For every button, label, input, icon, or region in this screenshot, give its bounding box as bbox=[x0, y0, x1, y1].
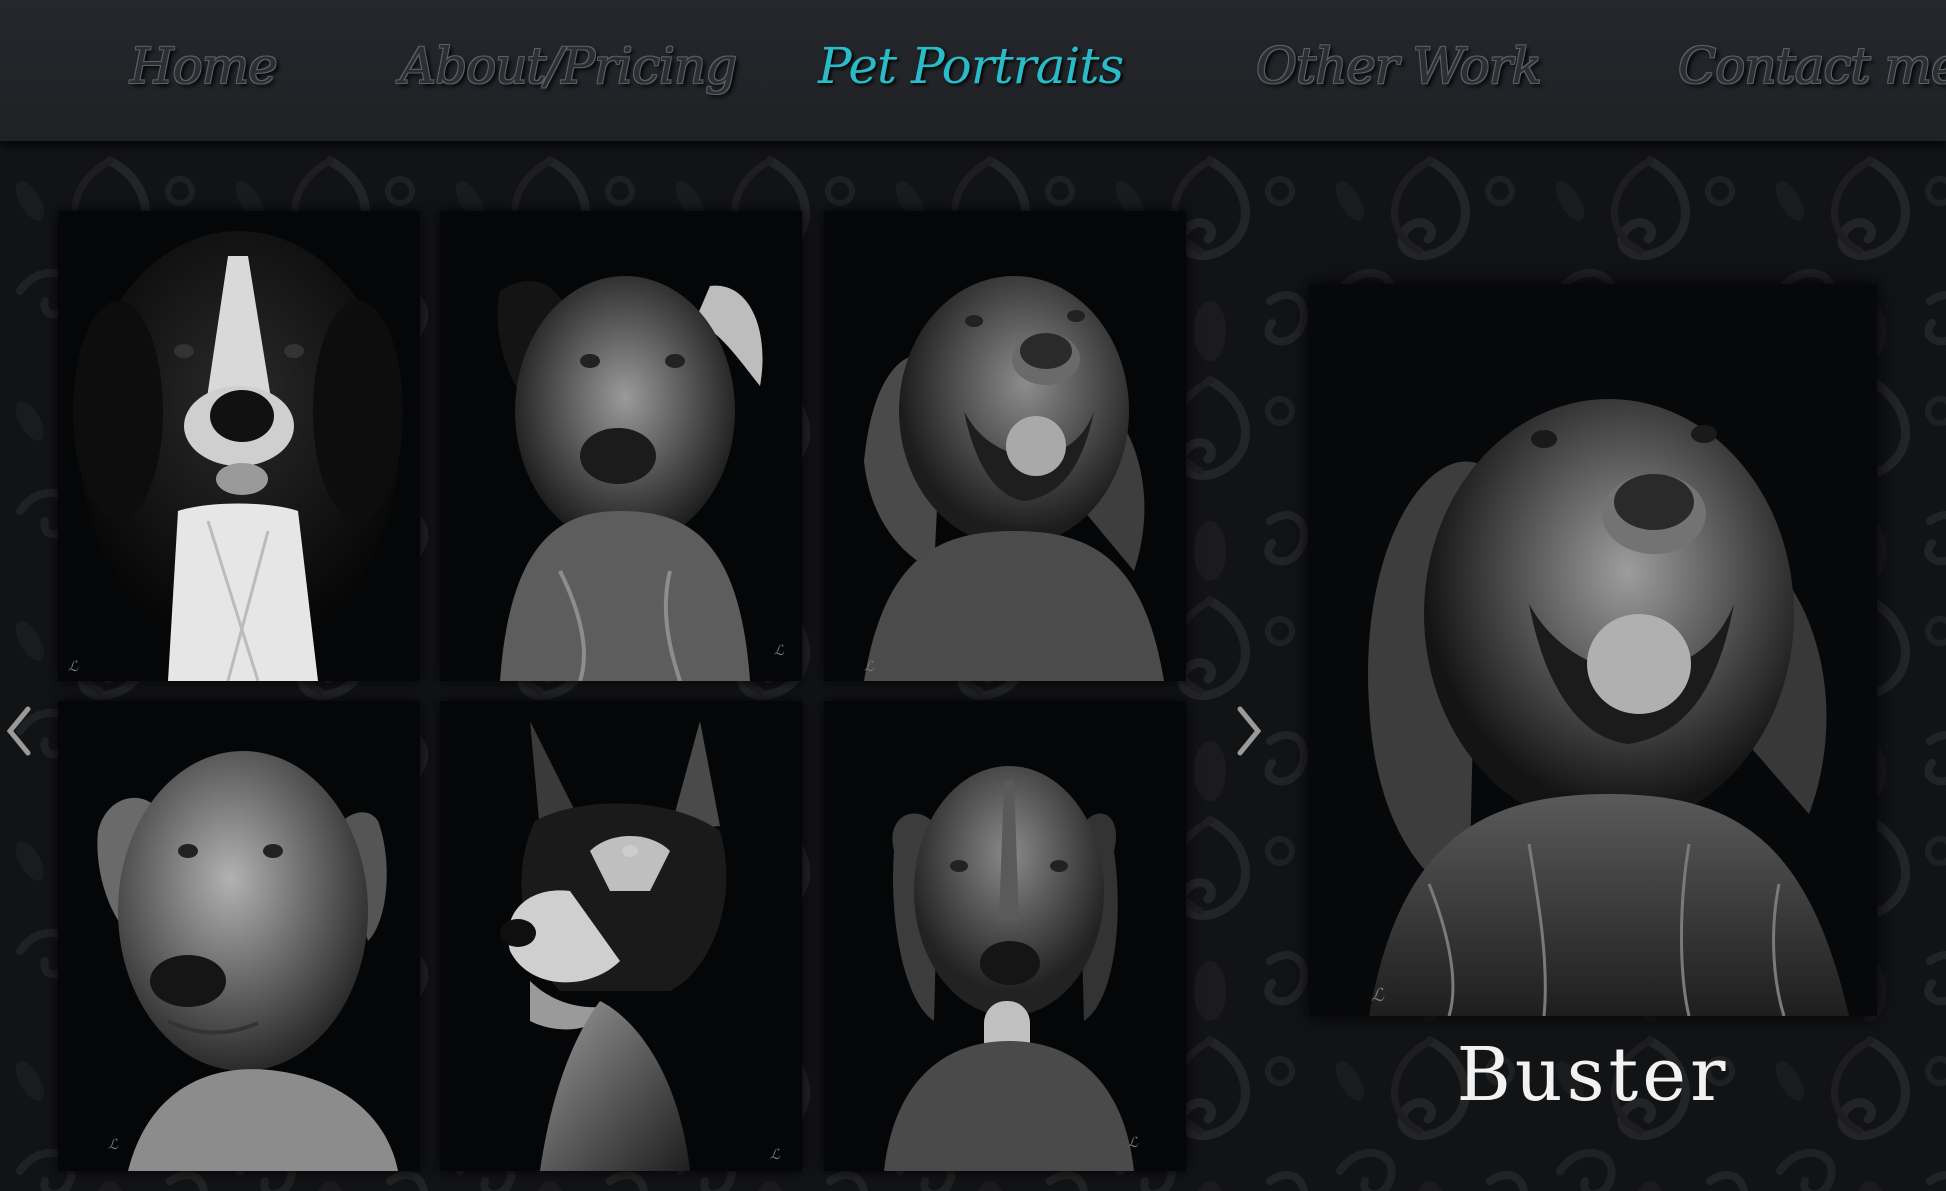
nav-item-about-pricing[interactable]: About/Pricing bbox=[400, 30, 737, 102]
nav-item-pet-portraits[interactable]: Pet Portraits bbox=[818, 30, 1124, 102]
artist-signature-icon: ℒ bbox=[864, 659, 875, 675]
artist-signature-icon: ℒ bbox=[773, 643, 784, 659]
portrait-thumbnail[interactable]: ℒ bbox=[58, 701, 420, 1171]
artist-signature-icon: ℒ bbox=[1127, 1135, 1138, 1151]
featured-portrait: ℒ bbox=[1309, 284, 1877, 1016]
top-navigation: Home About/Pricing Pet Portraits Other W… bbox=[0, 0, 1946, 141]
page: Home About/Pricing Pet Portraits Other W… bbox=[0, 0, 1946, 1191]
portrait-thumbnail[interactable]: ℒ bbox=[824, 211, 1186, 681]
next-arrow[interactable] bbox=[1232, 701, 1268, 761]
previous-arrow[interactable] bbox=[0, 701, 36, 761]
featured-portrait-image bbox=[1368, 399, 1849, 1016]
portrait-thumbnail[interactable]: ℒ bbox=[440, 701, 802, 1171]
portrait-image bbox=[73, 231, 403, 681]
featured-caption: Buster bbox=[1456, 1032, 1730, 1118]
chevron-right-icon bbox=[1237, 706, 1262, 756]
artist-signature-icon: ℒ bbox=[1371, 985, 1384, 1006]
portrait-thumbnail[interactable]: ℒ bbox=[824, 701, 1186, 1171]
portrait-image bbox=[500, 721, 727, 1171]
chevron-left-icon bbox=[6, 706, 31, 756]
portrait-thumbnail[interactable]: ℒ bbox=[58, 211, 420, 681]
nav-item-home[interactable]: Home bbox=[130, 30, 278, 102]
nav-item-contact-me[interactable]: Contact me bbox=[1678, 30, 1946, 102]
portrait-image bbox=[497, 276, 763, 681]
artist-signature-icon: ℒ bbox=[108, 1137, 119, 1153]
portrait-image bbox=[884, 766, 1134, 1171]
portrait-thumbnail[interactable]: ℒ bbox=[440, 211, 802, 681]
nav-item-other-work[interactable]: Other Work bbox=[1256, 30, 1542, 102]
portrait-image bbox=[97, 751, 398, 1171]
artist-signature-icon: ℒ bbox=[769, 1147, 780, 1163]
artist-signature-icon: ℒ bbox=[68, 659, 79, 675]
portrait-image bbox=[864, 276, 1164, 681]
